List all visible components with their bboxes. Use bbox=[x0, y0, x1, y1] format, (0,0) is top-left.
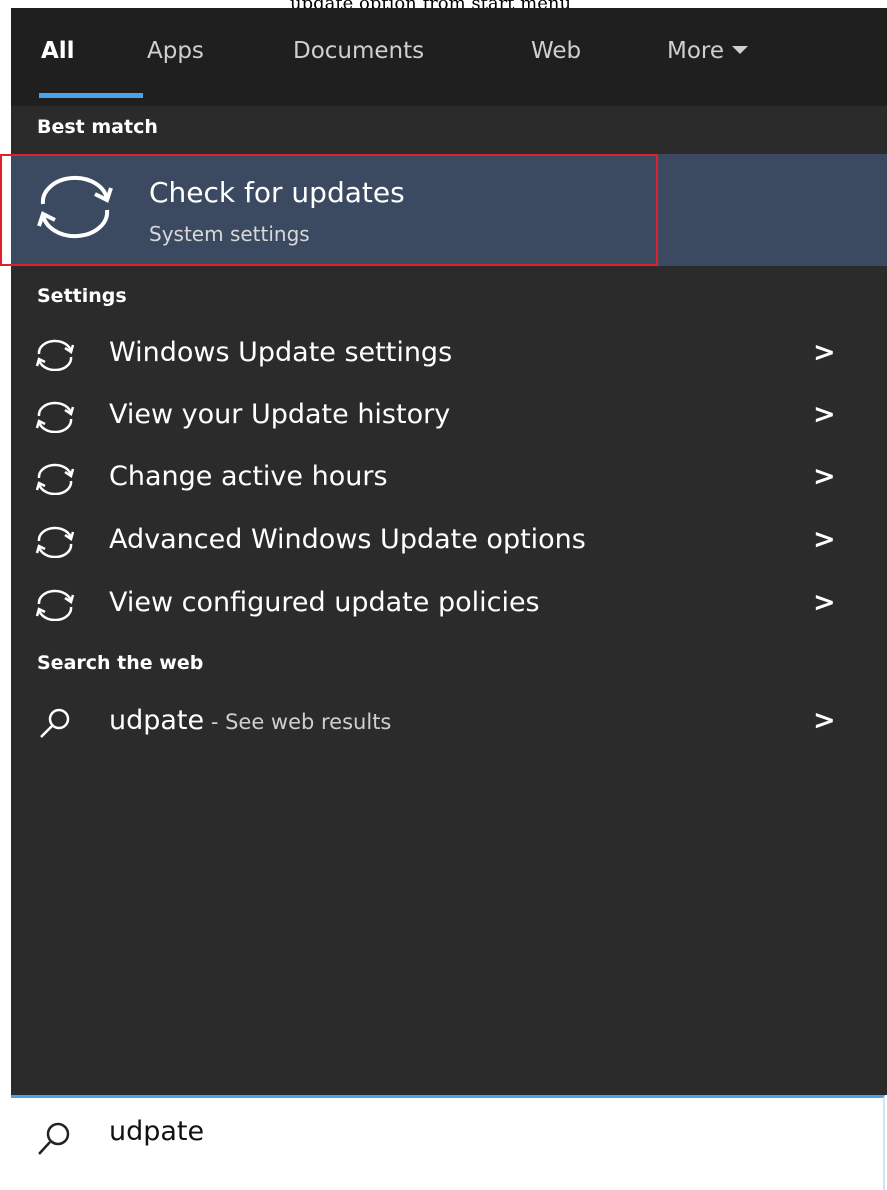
tab-apps[interactable]: Apps bbox=[147, 38, 204, 64]
chevron-right-icon[interactable]: > bbox=[813, 524, 836, 555]
tab-more[interactable]: More bbox=[667, 38, 749, 64]
sync-icon bbox=[37, 175, 113, 239]
search-box[interactable] bbox=[11, 1095, 885, 1190]
settings-item-label: Windows Update settings bbox=[109, 337, 453, 368]
best-match-subtitle: System settings bbox=[149, 222, 310, 246]
chevron-right-icon[interactable]: > bbox=[813, 461, 836, 492]
settings-item-update-policies[interactable]: View configured update policies > bbox=[11, 575, 887, 635]
settings-item-active-hours[interactable]: Change active hours > bbox=[11, 449, 887, 509]
settings-item-label: Change active hours bbox=[109, 461, 388, 492]
section-search-the-web: Search the web bbox=[37, 652, 204, 674]
chevron-right-icon[interactable]: > bbox=[813, 705, 836, 736]
tab-more-label: More bbox=[667, 38, 725, 64]
caret-down-icon bbox=[732, 45, 749, 54]
sync-icon bbox=[35, 463, 75, 495]
best-match-result[interactable]: Check for updates System settings bbox=[0, 154, 887, 266]
sync-icon bbox=[35, 401, 75, 433]
section-best-match: Best match bbox=[37, 116, 158, 138]
settings-item-label: View configured update policies bbox=[109, 587, 540, 618]
web-search-suffix: - See web results bbox=[204, 710, 392, 734]
tab-documents[interactable]: Documents bbox=[293, 38, 424, 64]
search-filter-tabs: All Apps Documents Web More bbox=[11, 8, 887, 106]
web-search-result[interactable]: udpate - See web results > bbox=[11, 693, 887, 753]
sync-icon bbox=[35, 526, 75, 558]
chevron-right-icon[interactable]: > bbox=[813, 587, 836, 618]
tab-web[interactable]: Web bbox=[531, 38, 581, 64]
web-search-query: udpate bbox=[109, 705, 205, 736]
chevron-right-icon[interactable]: > bbox=[813, 337, 836, 368]
tab-all[interactable]: All bbox=[41, 38, 75, 64]
search-input[interactable] bbox=[109, 1116, 809, 1147]
sync-icon bbox=[35, 589, 75, 621]
web-search-label: udpate - See web results bbox=[109, 705, 391, 736]
settings-item-advanced-options[interactable]: Advanced Windows Update options > bbox=[11, 512, 887, 572]
start-search-panel: All Apps Documents Web More Best match C… bbox=[0, 8, 887, 1095]
top-caption: update option from start menu bbox=[0, 0, 887, 8]
search-icon bbox=[38, 1122, 70, 1155]
settings-item-label: Advanced Windows Update options bbox=[109, 524, 586, 555]
settings-item-windows-update-settings[interactable]: Windows Update settings > bbox=[11, 325, 887, 385]
active-tab-indicator bbox=[39, 93, 143, 98]
chevron-right-icon[interactable]: > bbox=[813, 399, 836, 430]
search-icon bbox=[40, 708, 70, 738]
settings-item-update-history[interactable]: View your Update history > bbox=[11, 387, 887, 447]
sync-icon bbox=[35, 339, 75, 371]
best-match-title: Check for updates bbox=[149, 176, 405, 209]
section-settings: Settings bbox=[37, 285, 127, 307]
settings-item-label: View your Update history bbox=[109, 399, 451, 430]
